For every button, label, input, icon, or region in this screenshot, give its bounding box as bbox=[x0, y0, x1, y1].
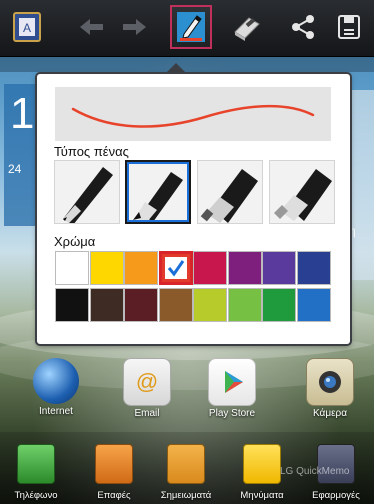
color-swatch[interactable] bbox=[262, 288, 296, 322]
app-label: Κάμερα bbox=[312, 408, 348, 419]
highlighter-pen-icon bbox=[274, 169, 332, 221]
dock-label: Μηνύματα bbox=[240, 490, 284, 501]
eraser-icon bbox=[234, 17, 260, 41]
email-icon: @ bbox=[123, 358, 171, 406]
color-swatch[interactable] bbox=[227, 288, 262, 322]
redo-icon bbox=[123, 19, 146, 35]
color-swatch[interactable] bbox=[89, 251, 124, 285]
dock-contacts[interactable]: Επαφές bbox=[74, 444, 154, 501]
redo-button[interactable] bbox=[116, 7, 154, 47]
quickmemo-toolbar: A bbox=[0, 0, 374, 57]
color-swatch[interactable] bbox=[262, 251, 296, 285]
color-swatch[interactable] bbox=[89, 288, 124, 322]
pen-type-brush[interactable] bbox=[124, 159, 192, 225]
stroke-preview-line bbox=[71, 104, 315, 128]
memo-app-icon: A bbox=[13, 12, 41, 42]
widget-text-partial: η bbox=[349, 224, 356, 238]
undo-icon bbox=[80, 19, 103, 35]
apps-grid-icon bbox=[317, 444, 355, 484]
app-internet[interactable]: Internet bbox=[16, 358, 96, 417]
app-play-store[interactable]: Play Store bbox=[192, 358, 272, 419]
eraser-tool-button[interactable] bbox=[228, 7, 266, 47]
color-swatch[interactable] bbox=[124, 251, 158, 285]
share-button[interactable] bbox=[284, 7, 322, 47]
app-label: Email bbox=[134, 408, 160, 419]
contacts-icon bbox=[95, 444, 133, 484]
messages-icon bbox=[243, 444, 281, 484]
quickmemo-screen: 1 24 ι η A Τύπος πένας Χρώμα Internet @ … bbox=[0, 0, 374, 504]
watermark: LG QuickMemo bbox=[280, 466, 350, 477]
clock-digit-partial: 1 bbox=[10, 89, 35, 138]
dock-label: Εφαρμογές bbox=[312, 490, 360, 501]
color-swatch[interactable] bbox=[158, 288, 193, 322]
color-swatch[interactable] bbox=[55, 288, 89, 322]
color-swatch[interactable] bbox=[124, 288, 158, 322]
undo-button[interactable] bbox=[72, 7, 110, 47]
dock-label: Επαφές bbox=[97, 490, 131, 501]
pen-type-highlighter[interactable] bbox=[269, 160, 335, 224]
stroke-preview bbox=[55, 87, 331, 141]
color-swatch[interactable] bbox=[296, 288, 331, 322]
memo-app-button[interactable]: A bbox=[8, 7, 46, 47]
pen-icon bbox=[177, 12, 205, 42]
checkmark-icon bbox=[164, 257, 187, 279]
play-store-icon bbox=[208, 358, 256, 406]
phone-icon bbox=[17, 444, 55, 484]
app-label: Internet bbox=[39, 406, 73, 417]
color-swatch[interactable] bbox=[55, 251, 89, 285]
app-label: Play Store bbox=[208, 408, 256, 419]
dock-notebook[interactable]: Σημειωματά bbox=[146, 444, 226, 501]
svg-text:A: A bbox=[23, 21, 31, 35]
color-swatch[interactable] bbox=[193, 288, 227, 322]
color-swatch[interactable] bbox=[296, 251, 331, 285]
color-swatch[interactable] bbox=[158, 251, 193, 285]
widget-partial-right: ι η bbox=[346, 90, 374, 280]
pen-type-marker[interactable] bbox=[197, 160, 263, 224]
notebook-icon bbox=[167, 444, 205, 484]
pen-type-ballpoint[interactable] bbox=[54, 160, 120, 224]
globe-icon bbox=[33, 358, 79, 404]
share-icon bbox=[292, 15, 314, 39]
marker-pen-icon bbox=[200, 169, 258, 223]
brush-pen-icon bbox=[133, 172, 183, 222]
save-icon bbox=[338, 15, 360, 39]
color-label: Χρώμα bbox=[54, 234, 96, 249]
color-swatch[interactable] bbox=[193, 251, 227, 285]
pen-settings-popup: Τύπος πένας Χρώμα bbox=[37, 74, 350, 344]
app-email[interactable]: @ Email bbox=[107, 358, 187, 419]
app-camera[interactable]: Κάμερα bbox=[290, 358, 370, 419]
dock-label: Σημειωματά bbox=[160, 490, 212, 501]
color-swatch[interactable] bbox=[227, 251, 262, 285]
widget-text-partial: ι bbox=[349, 208, 352, 222]
ballpoint-pen-icon bbox=[63, 167, 113, 223]
pen-type-label: Τύπος πένας bbox=[54, 144, 129, 159]
save-button[interactable] bbox=[330, 7, 368, 47]
dock-label: Τηλέφωνο bbox=[14, 490, 58, 501]
pen-tool-button[interactable] bbox=[170, 5, 212, 49]
camera-icon bbox=[306, 358, 354, 406]
weather-widget-partial: 1 24 bbox=[4, 84, 38, 226]
widget-text-partial: 24 bbox=[8, 162, 22, 176]
dock-phone[interactable]: Τηλέφωνο bbox=[0, 444, 76, 501]
